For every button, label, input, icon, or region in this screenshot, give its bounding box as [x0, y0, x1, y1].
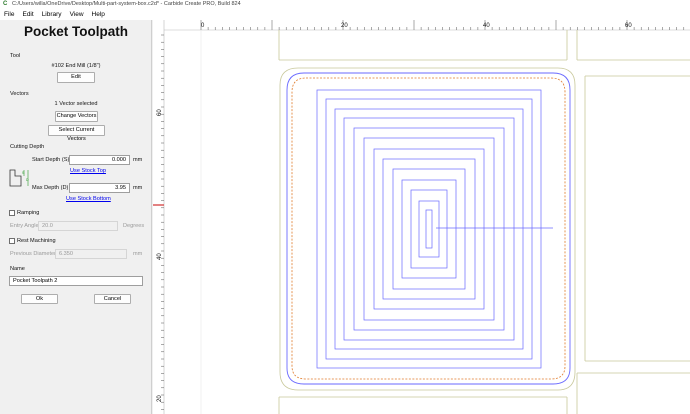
change-vectors-button[interactable]: Change Vectors — [55, 111, 98, 122]
ruler-left-label-20: 20 — [157, 395, 163, 402]
stock-outlines — [278, 30, 690, 414]
max-depth-label: Max Depth (D) — [32, 185, 69, 191]
start-depth-unit: mm — [133, 157, 143, 163]
toolpath-ring — [425, 209, 433, 249]
menu-bar: File Edit Library View Help — [0, 9, 690, 20]
offset-outline — [291, 77, 566, 380]
toolpath-ring — [418, 200, 440, 258]
menu-library[interactable]: Library — [38, 9, 66, 20]
ramping-checkbox[interactable] — [9, 210, 15, 216]
previous-diameter-unit: mm — [133, 251, 143, 257]
menu-help[interactable]: Help — [88, 9, 109, 20]
toolpath-name-input[interactable]: Pocket Toolpath 2 — [9, 276, 143, 286]
ruler-left-label-60: 60 — [157, 109, 163, 116]
canvas-drawing[interactable]: 0 20 40 60 60 40 20 — [153, 20, 690, 414]
toolpath-ring — [334, 108, 524, 350]
toolpath-ring — [343, 117, 515, 341]
design-canvas[interactable]: 0 20 40 60 60 40 20 — [153, 20, 690, 414]
toolpath-ring — [316, 89, 542, 369]
app-window: C C:/Users/willa/OneDrive/Desktop/Multi-… — [0, 0, 690, 414]
start-depth-label: Start Depth (S) — [32, 157, 70, 163]
cancel-button[interactable]: Cancel — [94, 294, 131, 304]
pocket-boundary — [286, 72, 571, 385]
cutting-depth-section-label: Cutting Depth — [10, 144, 45, 150]
rest-machining-label: Rest Machining — [17, 238, 56, 244]
diagram-d-label: D — [26, 178, 29, 182]
vectors-section-label: Vectors — [10, 91, 29, 97]
left-ruler — [153, 20, 164, 414]
toolpath-ring — [392, 168, 466, 290]
select-current-vectors-button[interactable]: Select Current Vectors — [48, 125, 105, 142]
toolpath-panel: Pocket Toolpath Tool #102 End Mill (1/8"… — [0, 20, 152, 414]
start-depth-input[interactable]: 0.000 — [69, 155, 130, 165]
max-depth-unit: mm — [133, 185, 143, 191]
use-stock-top-link[interactable]: Use Stock Top — [70, 168, 106, 174]
top-ruler — [153, 20, 690, 30]
ruler-top-label-60: 60 — [625, 23, 632, 29]
toolpath-ring — [353, 127, 505, 331]
toolpath-ring — [401, 179, 457, 279]
tool-section-label: Tool — [10, 53, 21, 59]
use-stock-bottom-link[interactable]: Use Stock Bottom — [66, 196, 111, 202]
toolpath-ring — [373, 148, 485, 310]
menu-edit[interactable]: Edit — [18, 9, 37, 20]
vectors-status: 1 Vector selected — [54, 101, 98, 107]
previous-diameter-label: Previous Diameter — [10, 251, 57, 257]
pocket-toolpath — [316, 89, 542, 369]
rest-machining-checkbox[interactable] — [9, 238, 15, 244]
menu-view[interactable]: View — [66, 9, 88, 20]
ramping-label: Ramping — [17, 210, 40, 216]
panel-title: Pocket Toolpath — [23, 24, 128, 39]
ruler-top-label-40: 40 — [483, 23, 490, 29]
ruler-left-label-40: 40 — [157, 253, 163, 260]
carbide-create-icon: C — [3, 1, 8, 7]
window-title: C:/Users/willa/OneDrive/Desktop/Multi-pa… — [12, 1, 241, 7]
title-bar: C C:/Users/willa/OneDrive/Desktop/Multi-… — [0, 0, 690, 9]
max-depth-input[interactable]: 3.95 — [69, 183, 130, 193]
diagram-s-label: S — [22, 171, 25, 175]
toolpath-ring — [410, 189, 448, 269]
ruler-top-label-20: 20 — [341, 23, 348, 29]
menu-file[interactable]: File — [0, 9, 18, 20]
ok-button[interactable]: Ok — [21, 294, 58, 304]
tool-name: #102 End Mill (1/8") — [51, 63, 101, 69]
entry-angle-unit: Degrees — [123, 223, 145, 229]
depth-diagram-icon: S D — [9, 169, 29, 187]
entry-angle-label: Entry Angle — [10, 223, 39, 229]
entry-angle-input[interactable]: 20.0 — [38, 221, 118, 231]
toolpath-ring — [363, 137, 495, 321]
edit-tool-button[interactable]: Edit — [57, 72, 95, 83]
name-section-label: Name — [10, 266, 25, 272]
previous-diameter-input[interactable]: 6.350 — [55, 249, 127, 259]
